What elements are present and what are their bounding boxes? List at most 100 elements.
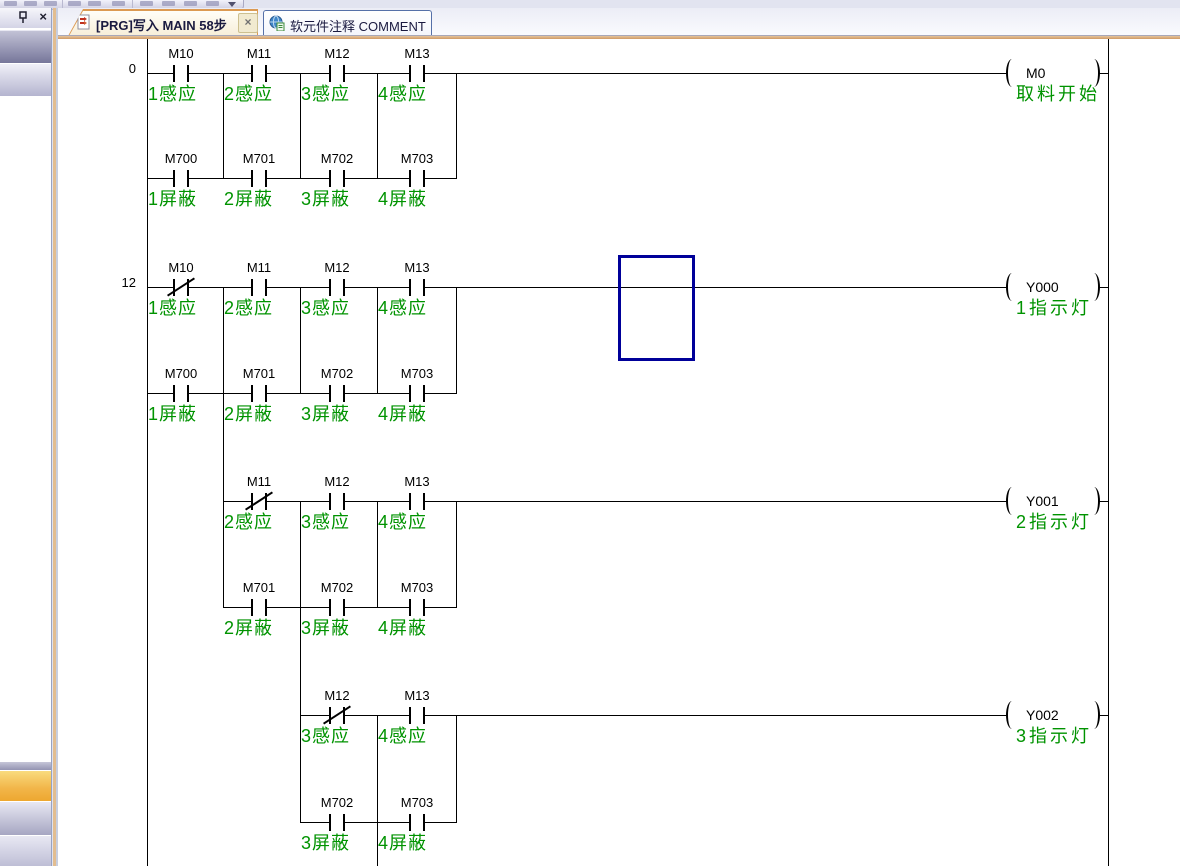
coil-comment: 取料开始: [1016, 85, 1100, 103]
device-label: M12: [305, 475, 369, 489]
toolbar-icon-fragment[interactable]: [112, 1, 125, 6]
toolbar-overflow-chevron-down-icon[interactable]: [228, 2, 236, 7]
device-comment: 4屏蔽: [378, 405, 427, 423]
tab-main-program[interactable]: [PRG]写入 MAIN 58步 ×: [68, 9, 258, 36]
device-label: M11: [227, 475, 291, 489]
contact-M700[interactable]: [168, 385, 194, 402]
device-label: M703: [385, 152, 449, 166]
wire: [456, 287, 457, 393]
device-comment: 3屏蔽: [301, 834, 350, 852]
device-comment: 1感应: [148, 299, 197, 317]
device-comment: 3屏蔽: [301, 619, 350, 637]
wire: [456, 501, 457, 607]
contact-M703[interactable]: [404, 385, 430, 402]
pane-collapsed-bar[interactable]: [0, 30, 51, 63]
toolbar-icon-fragment[interactable]: [4, 1, 17, 6]
device-comment: 4感应: [378, 513, 427, 531]
device-label: M11: [227, 261, 291, 275]
toolbar-icon-fragment[interactable]: [44, 1, 57, 6]
contact-M10[interactable]: [168, 65, 194, 82]
nav-button[interactable]: [0, 801, 51, 835]
docked-pane: ×: [0, 8, 51, 866]
device-comment: 4屏蔽: [378, 619, 427, 637]
device-label: M701: [227, 581, 291, 595]
contact-M703[interactable]: [404, 170, 430, 187]
device-comment: 3感应: [301, 299, 350, 317]
tab-label: 软元件注释 COMMENT: [290, 16, 426, 35]
pane-close-icon[interactable]: ×: [39, 10, 47, 24]
device-label: M13: [385, 47, 449, 61]
device-comment: 3屏蔽: [301, 405, 350, 423]
contact-M11[interactable]: [246, 279, 272, 296]
device-comment: 2屏蔽: [224, 405, 273, 423]
toolbar-icon-fragment[interactable]: [24, 1, 37, 6]
toolbar-icon-fragment[interactable]: [206, 1, 219, 6]
device-label: M701: [227, 367, 291, 381]
device-comment: 2屏蔽: [224, 190, 273, 208]
contact-M11[interactable]: [246, 65, 272, 82]
coil-left-paren: [1006, 59, 1018, 87]
pane-titlebar: ×: [0, 8, 51, 28]
contact-M703[interactable]: [404, 599, 430, 616]
device-label: M13: [385, 261, 449, 275]
device-comment: 1屏蔽: [148, 405, 197, 423]
coil-right-paren: [1088, 59, 1100, 87]
contact-M701[interactable]: [246, 170, 272, 187]
tab-label: [PRG]写入 MAIN 58步: [96, 15, 227, 34]
device-label: M702: [305, 796, 369, 810]
contact-M703[interactable]: [404, 814, 430, 831]
contact-M702[interactable]: [324, 814, 350, 831]
contact-M702[interactable]: [324, 599, 350, 616]
contact-M701[interactable]: [246, 599, 272, 616]
wire: [456, 715, 457, 822]
toolbar-icon-fragment[interactable]: [88, 1, 101, 6]
contact-M10-nc[interactable]: [168, 279, 194, 296]
toolbar-icon-fragment[interactable]: [68, 1, 81, 6]
contact-M12[interactable]: [324, 65, 350, 82]
contact-M12[interactable]: [324, 279, 350, 296]
wire: [300, 501, 301, 822]
application-window: 软元件注释 COMMENT [PRG]写入 MAIN 58步 ×: [0, 0, 1180, 866]
contact-M702[interactable]: [324, 170, 350, 187]
contact-M701[interactable]: [246, 385, 272, 402]
device-label: M702: [305, 152, 369, 166]
tab-device-comment[interactable]: 软元件注释 COMMENT: [263, 10, 432, 36]
tab-close-icon[interactable]: ×: [238, 13, 258, 33]
device-label: M12: [305, 47, 369, 61]
device-comment: 2感应: [224, 513, 273, 531]
pane-border: [51, 8, 52, 866]
pane-collapsed-bar[interactable]: [0, 64, 51, 96]
toolbar-icon-fragment[interactable]: [162, 1, 175, 6]
contact-M700[interactable]: [168, 170, 194, 187]
coil-right-paren: [1088, 273, 1100, 301]
ladder-left-rail: [147, 39, 148, 866]
contact-M11-nc[interactable]: [246, 493, 272, 510]
device-comment: 1屏蔽: [148, 190, 197, 208]
device-label: M11: [227, 47, 291, 61]
nav-button-highlighted[interactable]: [0, 770, 51, 802]
contact-M13[interactable]: [404, 279, 430, 296]
contact-M702[interactable]: [324, 385, 350, 402]
device-comment: 4感应: [378, 727, 427, 745]
nav-button[interactable]: [0, 835, 51, 866]
wire: [223, 287, 224, 607]
device-label: M701: [227, 152, 291, 166]
contact-M12[interactable]: [324, 493, 350, 510]
ladder-right-rail: [1108, 39, 1109, 866]
nav-splitter-handle[interactable]: [0, 762, 51, 770]
coil-left-paren: [1006, 701, 1018, 729]
device-comment: 3感应: [301, 727, 350, 745]
device-comment: 3感应: [301, 85, 350, 103]
contact-M12-nc[interactable]: [324, 707, 350, 724]
device-label: M12: [305, 261, 369, 275]
contact-M13[interactable]: [404, 707, 430, 724]
coil-device-label: M0: [1026, 66, 1045, 81]
device-label: M703: [385, 367, 449, 381]
toolbar-icon-fragment[interactable]: [140, 1, 153, 6]
contact-M13[interactable]: [404, 65, 430, 82]
device-comment: 4屏蔽: [378, 834, 427, 852]
contact-M13[interactable]: [404, 493, 430, 510]
toolbar-icon-fragment[interactable]: [184, 1, 197, 6]
coil-device-label: Y002: [1026, 708, 1059, 723]
push-pin-icon[interactable]: [17, 11, 29, 30]
